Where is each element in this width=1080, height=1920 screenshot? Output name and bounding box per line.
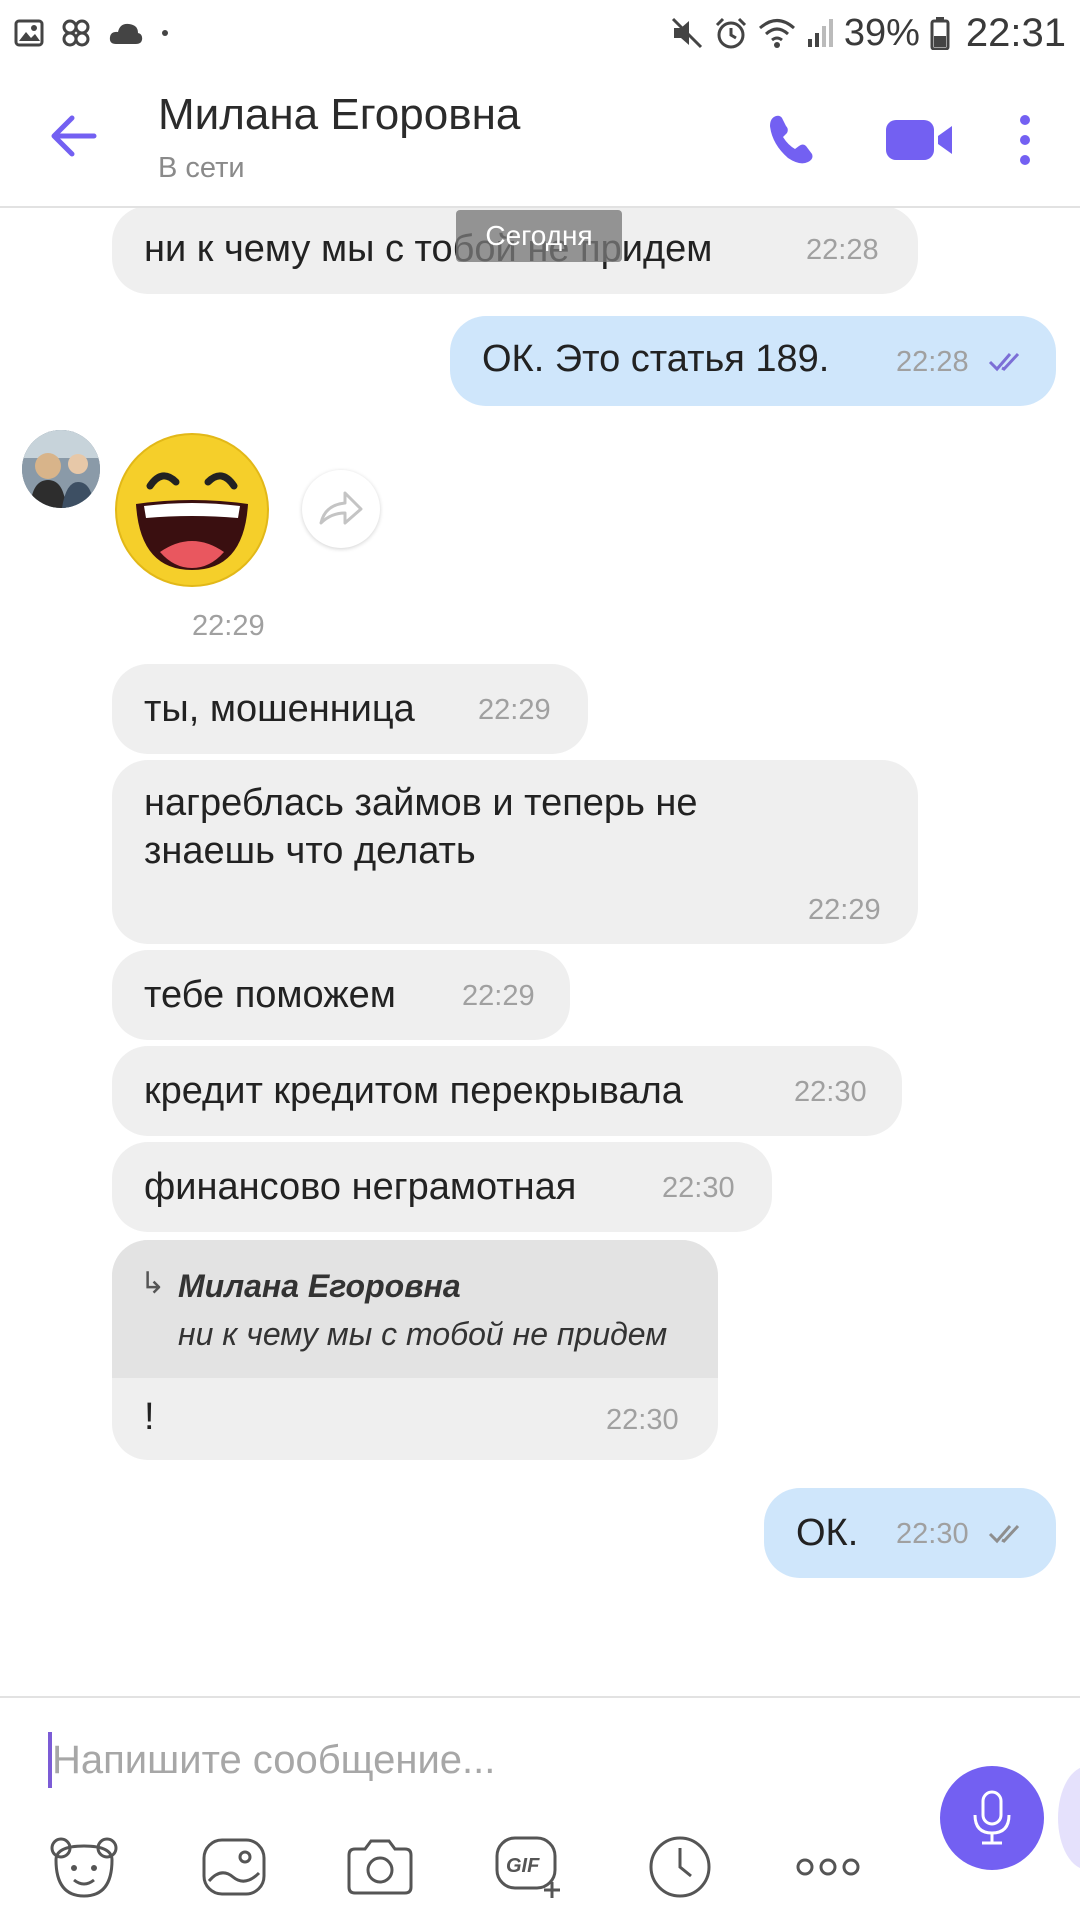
message-text: тебе поможем [144,974,396,1016]
cloud-icon [109,23,143,44]
gif-button[interactable]: GIF [492,1832,568,1902]
wifi-icon [758,19,795,48]
message-time: 22:30 [896,1518,969,1550]
message-text-line-2: знаешь что делать [144,830,476,872]
status-bar: 39% 22:31 [0,0,1080,66]
incoming-reply-message[interactable]: ↳ Милана Егоровна ни к чему мы с тобой н… [112,1240,718,1460]
incoming-message[interactable]: кредит кредитом перекрывала 22:30 [112,1046,902,1136]
message-text: ОК. Это статья 189. [482,338,830,380]
microphone-icon [973,1790,1011,1845]
phone-icon [770,115,813,164]
clock-icon [649,1836,711,1898]
status-time: 22:31 [965,10,1066,55]
image-icon [202,1838,266,1896]
contact-avatar[interactable] [22,430,100,508]
read-ticks-icon [988,1524,1020,1544]
read-ticks-icon [988,352,1020,372]
date-separator: Сегодня [456,210,622,262]
reply-arrow-icon: ↳ [140,1267,166,1300]
contact-status: В сети [158,152,245,184]
message-text: ты, мошенница [144,688,415,730]
mic-button-edge [1058,1766,1080,1870]
message-text: кредит кредитом перекрывала [144,1070,683,1112]
laughing-face-icon [115,433,269,587]
gif-icon: GIF [495,1836,560,1898]
message-list[interactable]: ни к чему мы с тобой не придем 22:28 Сег… [0,208,1080,1696]
fan-icon [62,19,90,47]
message-text: ОК. [796,1512,859,1554]
voice-message-button[interactable] [940,1766,1044,1870]
signal-icon [807,19,833,47]
contact-name[interactable]: Милана Егоровна [158,90,520,140]
incoming-message[interactable]: ты, мошенница 22:29 [112,664,588,754]
message-time: 22:30 [794,1076,867,1108]
message-time: 22:29 [808,894,881,926]
more-horizontal-icon [796,1858,860,1876]
sticker-button[interactable] [46,1832,122,1902]
battery-percent: 39% [843,11,920,54]
incoming-message[interactable]: финансово неграмотная 22:30 [112,1142,772,1232]
message-text: ни к чему мы с тобой не придем [144,228,713,270]
message-time: 22:29 [478,694,551,726]
video-camera-icon [886,120,952,160]
message-text: финансово неграмотная [144,1166,577,1208]
call-button[interactable] [762,110,822,170]
battery-icon [930,17,950,50]
camera-icon [347,1839,413,1895]
bear-face-icon [50,1837,118,1898]
message-time: 22:29 [192,610,265,642]
message-text-line-1: нагреблась займов и теперь не [144,782,698,824]
message-time: 22:30 [606,1404,679,1436]
outgoing-message[interactable]: ОК. Это статья 189. 22:28 [450,316,1056,406]
incoming-message[interactable]: тебе поможем 22:29 [112,950,570,1040]
dot-icon [162,30,168,36]
status-left-icons [14,17,170,49]
alarm-icon [715,17,746,49]
more-options-button[interactable] [1010,110,1040,170]
message-text: ! [144,1396,155,1438]
camera-button[interactable] [342,1832,418,1902]
status-right: 39% 22:31 [670,11,1066,56]
incoming-message[interactable]: нагреблась займов и теперь не знаешь что… [112,760,918,944]
more-options-button[interactable] [790,1832,866,1902]
chat-header: Милана Егоровна В сети [0,66,1080,208]
message-time: 22:28 [806,234,879,266]
mute-icon [671,17,702,49]
message-composer: GIF [0,1696,1080,1920]
video-call-button[interactable] [884,110,956,170]
gallery-button[interactable] [196,1832,272,1902]
svg-text:GIF: GIF [506,1855,540,1877]
share-arrow-icon [319,491,363,525]
back-button[interactable] [44,106,104,166]
forward-button[interactable] [302,470,380,548]
quoted-text: ни к чему мы с тобой не придем [178,1316,668,1352]
quoted-author: Милана Егоровна [178,1268,461,1304]
quoted-message[interactable]: ↳ Милана Егоровна ни к чему мы с тобой н… [112,1240,718,1378]
message-time: 22:28 [896,346,969,378]
message-time: 22:29 [462,980,535,1012]
laughing-face-sticker[interactable] [112,430,272,590]
back-arrow-icon [51,115,97,157]
message-input[interactable] [52,1728,872,1792]
more-vertical-icon [1020,115,1030,165]
avatar-photo [22,430,100,508]
schedule-button[interactable] [642,1832,718,1902]
outgoing-message[interactable]: ОК. 22:30 [764,1488,1056,1578]
message-time: 22:30 [662,1172,735,1204]
gallery-icon [14,19,44,47]
